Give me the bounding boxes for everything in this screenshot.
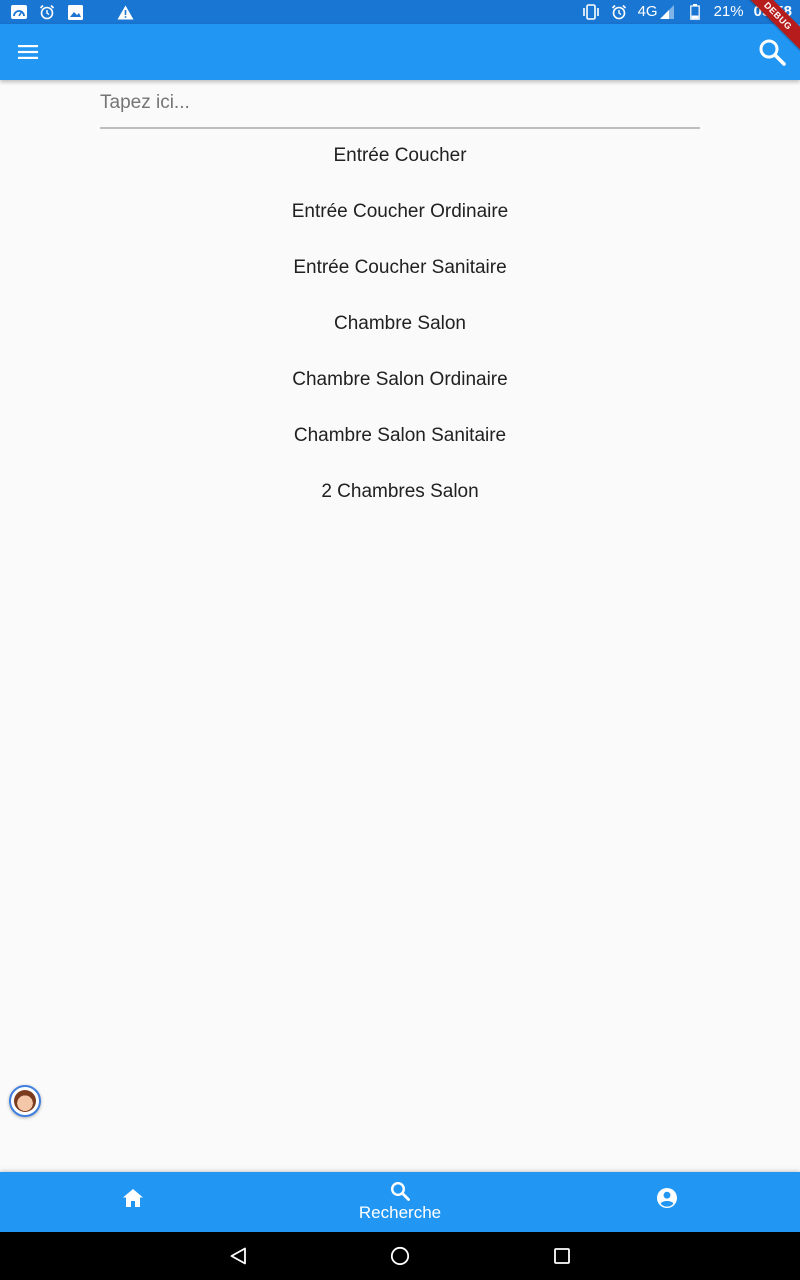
appbar-search-button[interactable] xyxy=(752,32,792,72)
screen: 4G 21% 05:58 DEBUG Entrée Coucher Entrée… xyxy=(0,0,800,1280)
results-list: Entrée Coucher Entrée Coucher Ordinaire … xyxy=(0,128,800,520)
system-home-button[interactable] xyxy=(319,1232,481,1280)
network-type: 4G xyxy=(637,3,658,20)
hamburger-menu-icon xyxy=(18,45,38,59)
vibrate-icon xyxy=(582,3,600,21)
alarm-icon xyxy=(610,3,628,21)
list-item[interactable]: 2 Chambres Salon xyxy=(0,464,800,520)
warning-icon xyxy=(116,3,134,21)
status-left xyxy=(10,0,134,24)
bottom-navigation: Recherche xyxy=(0,1172,800,1232)
recents-icon xyxy=(554,1248,570,1264)
search-field xyxy=(100,80,700,129)
speedometer-icon xyxy=(10,3,28,21)
avatar xyxy=(14,1090,36,1112)
app-bar xyxy=(0,24,800,80)
search-icon xyxy=(759,39,786,66)
system-navigation-bar xyxy=(0,1232,800,1280)
list-item[interactable]: Chambre Salon Ordinaire xyxy=(0,352,800,408)
list-item[interactable]: Entrée Coucher xyxy=(0,128,800,184)
list-item[interactable]: Chambre Salon xyxy=(0,296,800,352)
back-icon xyxy=(230,1247,246,1265)
home-icon xyxy=(123,1189,144,1207)
alarm-icon xyxy=(38,3,56,21)
status-bar: 4G 21% 05:58 xyxy=(0,0,800,24)
battery-icon xyxy=(686,3,704,21)
menu-button[interactable] xyxy=(8,32,48,72)
system-back-button[interactable] xyxy=(157,1232,319,1280)
account-circle-icon xyxy=(656,1188,677,1208)
list-item[interactable]: Chambre Salon Sanitaire xyxy=(0,408,800,464)
search-icon xyxy=(390,1181,410,1201)
battery-percent: 21% xyxy=(713,3,744,20)
floating-avatar-bubble[interactable] xyxy=(9,1085,41,1117)
nav-account[interactable] xyxy=(533,1172,800,1232)
nav-search[interactable]: Recherche xyxy=(267,1172,534,1232)
list-item[interactable]: Entrée Coucher Ordinaire xyxy=(0,184,800,240)
image-icon xyxy=(66,3,84,21)
signal-icon xyxy=(658,3,676,21)
search-input[interactable] xyxy=(100,80,700,126)
nav-home[interactable] xyxy=(0,1172,267,1232)
home-circle-icon xyxy=(390,1246,410,1266)
list-item[interactable]: Entrée Coucher Sanitaire xyxy=(0,240,800,296)
system-recents-button[interactable] xyxy=(481,1232,643,1280)
nav-search-label: Recherche xyxy=(358,1203,442,1222)
